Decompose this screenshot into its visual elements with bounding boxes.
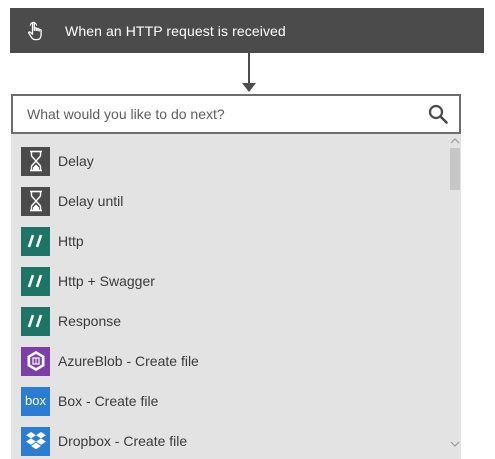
http-slashes-icon: [21, 306, 50, 336]
list-item-label: Delay: [58, 153, 94, 169]
box-logo-icon: box: [21, 386, 50, 416]
list-item-label: Http + Swagger: [58, 273, 155, 289]
svg-text:box: box: [25, 393, 46, 408]
chevron-up-icon[interactable]: [449, 136, 461, 146]
list-item-http[interactable]: Http: [21, 226, 84, 256]
list-item-label: Response: [58, 313, 122, 329]
search-icon[interactable]: [427, 103, 449, 125]
list-item-label: AzureBlob - Create file: [58, 353, 199, 369]
list-item-azureblob-create-file[interactable]: AzureBlob - Create file: [21, 346, 199, 376]
list-item-response[interactable]: Response: [21, 306, 121, 336]
search-input[interactable]: [13, 96, 427, 132]
trigger-title: When an HTTP request is received: [65, 22, 286, 39]
chevron-down-icon[interactable]: [449, 439, 461, 449]
connector-arrow: [242, 53, 256, 92]
hourglass-icon: [21, 186, 50, 216]
list-item-dropbox-create-file[interactable]: Dropbox - Create file: [21, 426, 187, 456]
add-action-panel: Delay Delay until: [11, 94, 461, 459]
list-item-delay-until[interactable]: Delay until: [21, 186, 123, 216]
scrollbar-thumb[interactable]: [450, 148, 460, 190]
search-box: [11, 94, 461, 134]
list-item-label: Http: [58, 233, 84, 249]
list-item-label: Box - Create file: [58, 393, 159, 409]
trigger-card[interactable]: When an HTTP request is received: [10, 8, 484, 53]
logic-app-designer: When an HTTP request is received What wo…: [0, 0, 495, 459]
list-item-delay[interactable]: Delay: [21, 146, 94, 176]
list-item-box-create-file[interactable]: box Box - Create file: [21, 386, 158, 416]
http-slashes-icon: [21, 226, 50, 256]
list-item-label: Dropbox - Create file: [58, 433, 188, 449]
hand-pointer-icon: [26, 21, 44, 41]
dropbox-logo-icon: [21, 426, 50, 456]
list-item-http-swagger[interactable]: Http + Swagger: [21, 266, 155, 296]
http-slashes-icon: [21, 266, 50, 296]
scrollbar[interactable]: [449, 134, 461, 459]
list-item-label: Delay until: [58, 193, 124, 209]
action-list: Delay Delay until Http Http + Swagger Re…: [11, 146, 449, 459]
azure-blob-icon: [21, 346, 50, 376]
hourglass-icon: [21, 146, 50, 176]
